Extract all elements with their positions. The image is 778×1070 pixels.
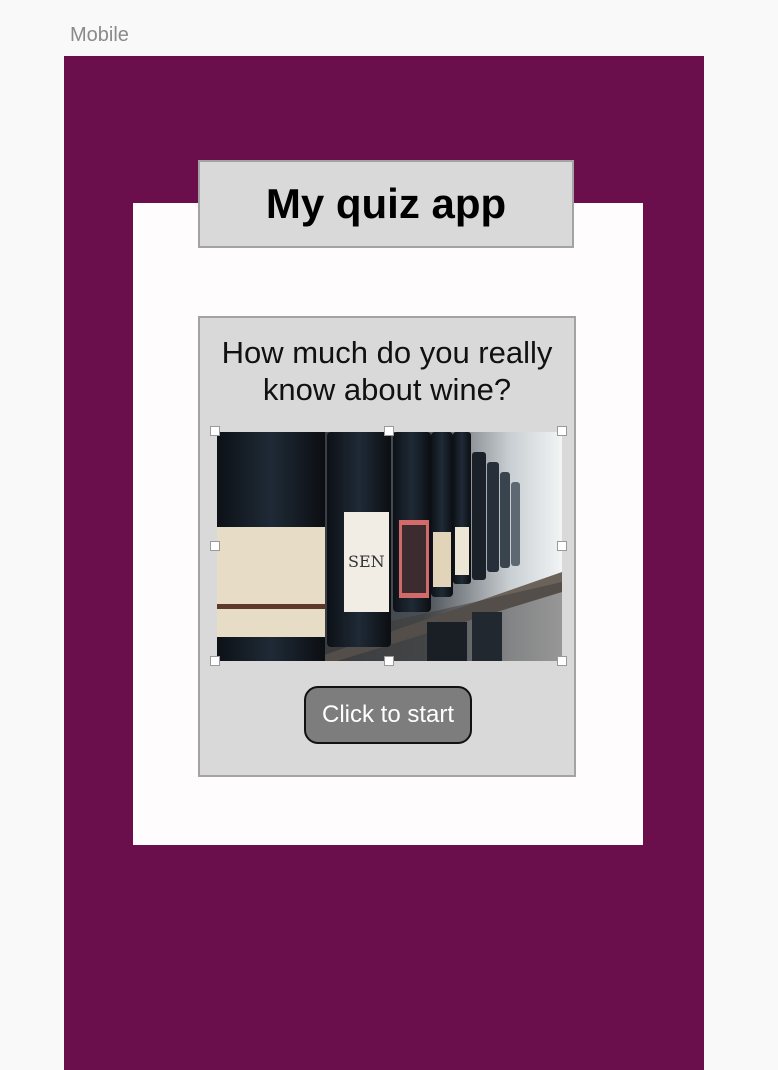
resize-handle-middle-left[interactable] bbox=[210, 541, 220, 551]
wine-bottles-image[interactable]: SEN bbox=[217, 432, 562, 661]
app-title: My quiz app bbox=[198, 160, 574, 248]
frame-label[interactable]: Mobile bbox=[70, 24, 129, 47]
quiz-question: How much do you really know about wine? bbox=[221, 335, 553, 407]
resize-handle-bottom-left[interactable] bbox=[210, 656, 220, 666]
bottle-label-text: SEN bbox=[348, 552, 385, 571]
resize-handle-bottom-middle[interactable] bbox=[384, 656, 394, 666]
resize-handle-top-middle[interactable] bbox=[384, 426, 394, 436]
start-button[interactable]: Click to start bbox=[304, 686, 472, 744]
resize-handle-top-left[interactable] bbox=[210, 426, 220, 436]
resize-handle-middle-right[interactable] bbox=[557, 541, 567, 551]
wine-bottles-illustration: SEN bbox=[217, 432, 562, 661]
resize-handle-top-right[interactable] bbox=[557, 426, 567, 436]
resize-handle-bottom-right[interactable] bbox=[557, 656, 567, 666]
